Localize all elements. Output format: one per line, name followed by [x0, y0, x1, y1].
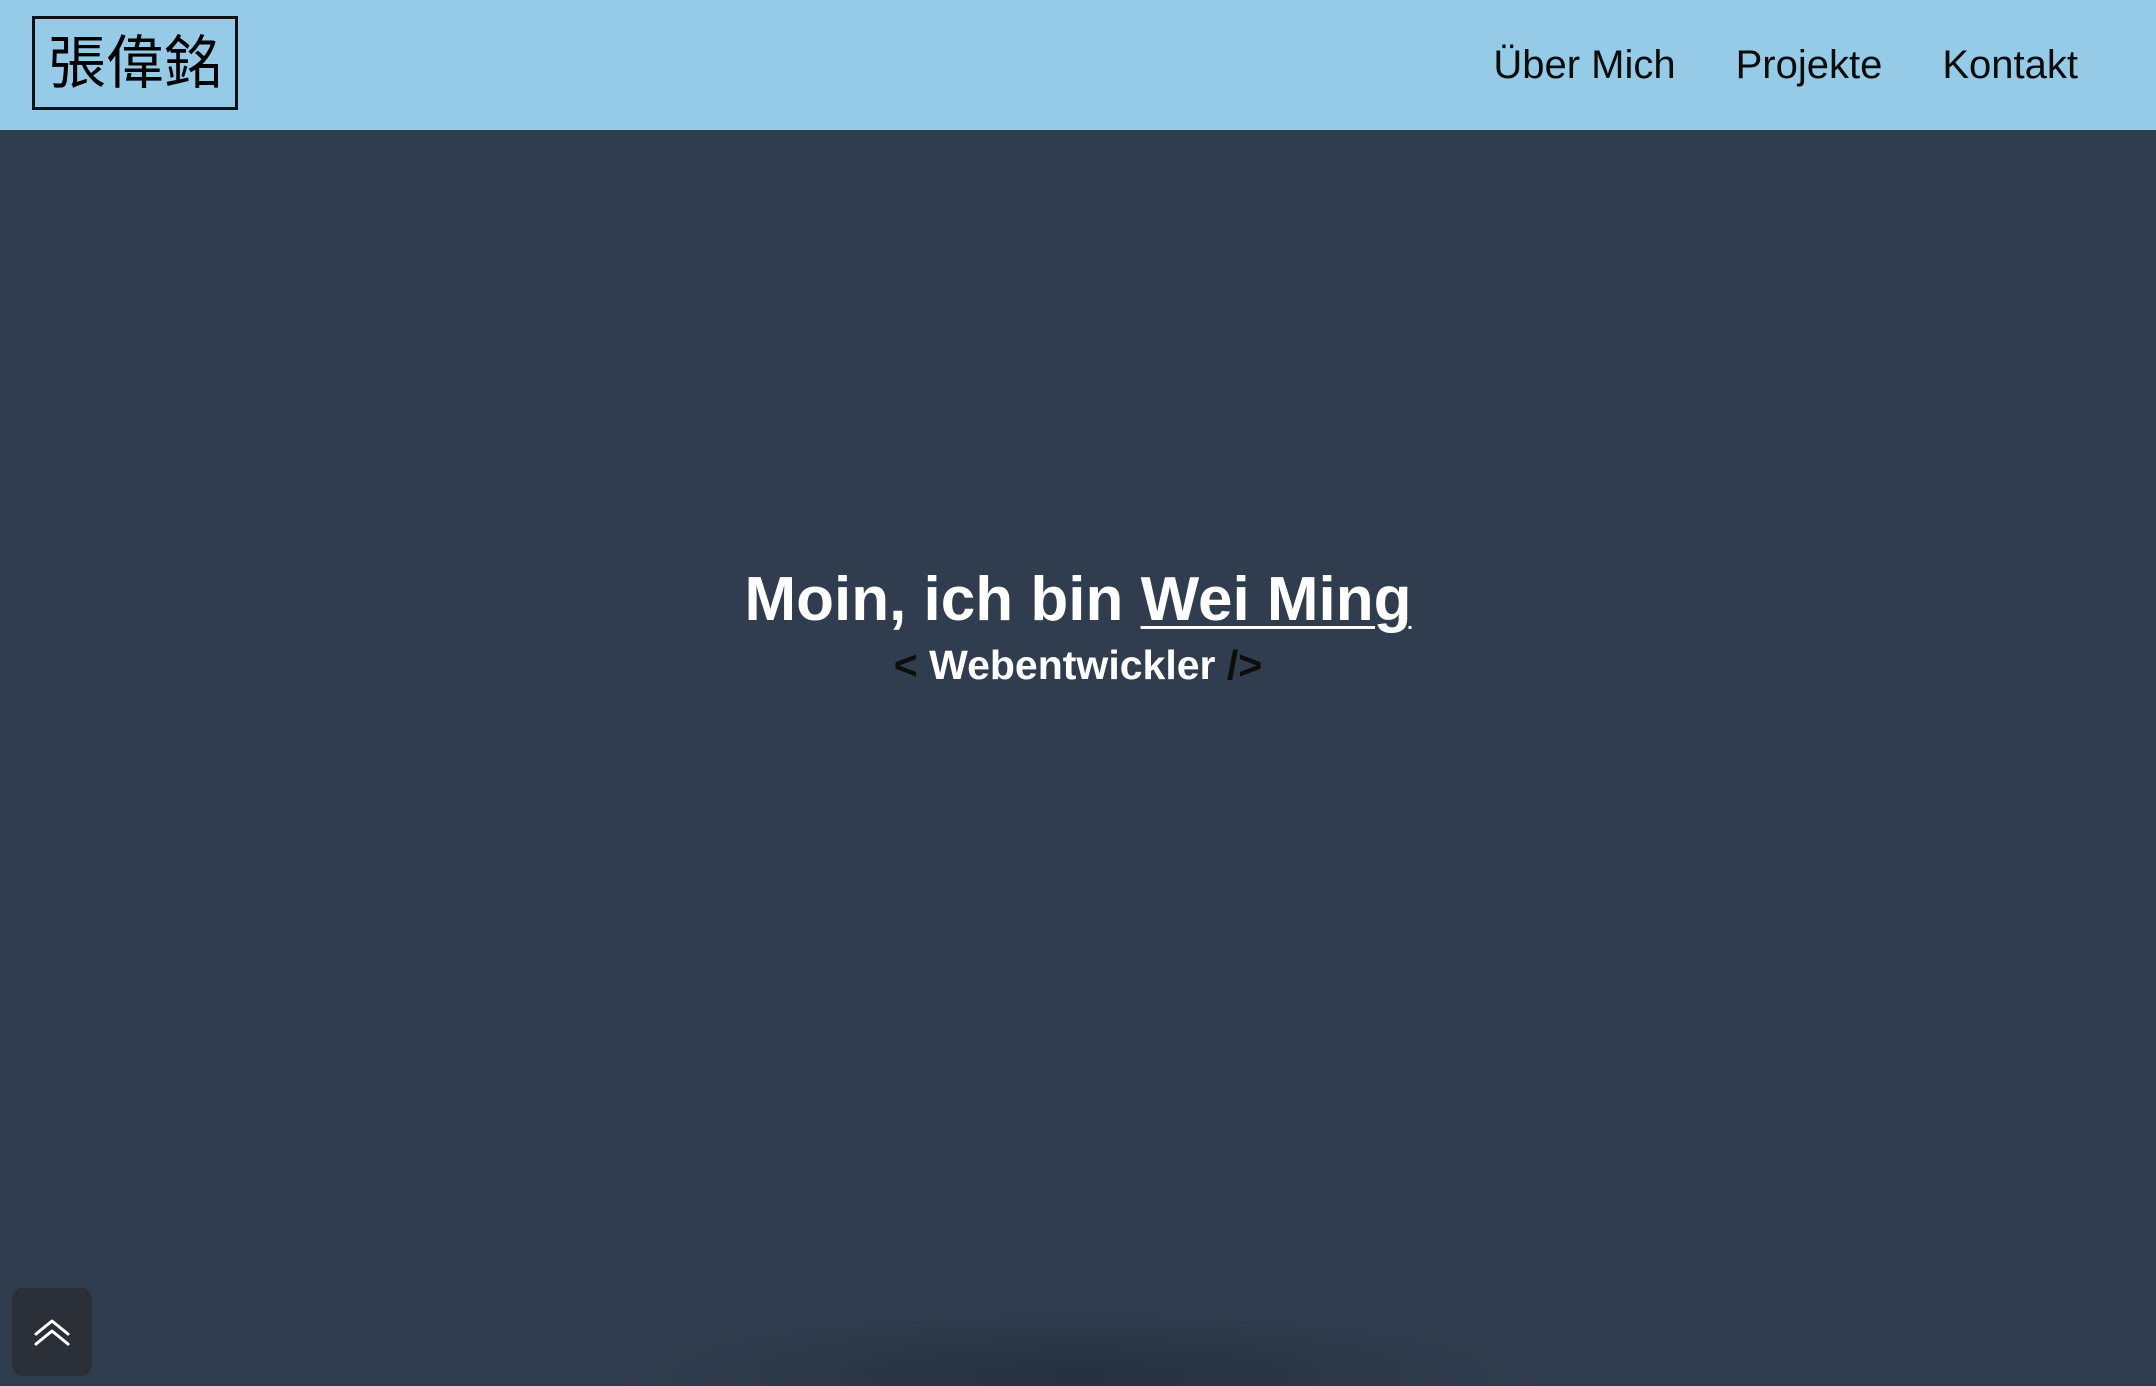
hero-section: Moin, ich bin Wei Ming < Webentwickler /… [0, 130, 2156, 1386]
page: 張偉銘 Über Mich Projekte Kontakt Moin, ich… [0, 0, 2156, 1386]
tag-close: /> [1226, 642, 1263, 689]
hero-subtitle: < Webentwickler /> [0, 641, 2156, 690]
bottom-shadow [600, 1306, 1560, 1386]
navbar: 張偉銘 Über Mich Projekte Kontakt [0, 0, 2156, 130]
hero-content: Moin, ich bin Wei Ming < Webentwickler /… [0, 563, 2156, 691]
scroll-to-top-button[interactable] [12, 1288, 92, 1376]
tag-open: < [893, 642, 918, 689]
hero-name: Wei Ming [1140, 565, 1412, 634]
hero-greeting: Moin, ich bin [744, 565, 1141, 634]
double-chevron-up-icon [34, 1319, 70, 1346]
nav-link-kontakt[interactable]: Kontakt [1942, 45, 2078, 85]
nav-link-projekte[interactable]: Projekte [1736, 45, 1883, 85]
main-nav: Über Mich Projekte Kontakt [1493, 0, 2078, 130]
hero-role: Webentwickler [929, 642, 1216, 689]
logo[interactable]: 張偉銘 [32, 16, 238, 110]
hero-title: Moin, ich bin Wei Ming [0, 563, 2156, 637]
nav-link-ueber-mich[interactable]: Über Mich [1493, 45, 1675, 85]
